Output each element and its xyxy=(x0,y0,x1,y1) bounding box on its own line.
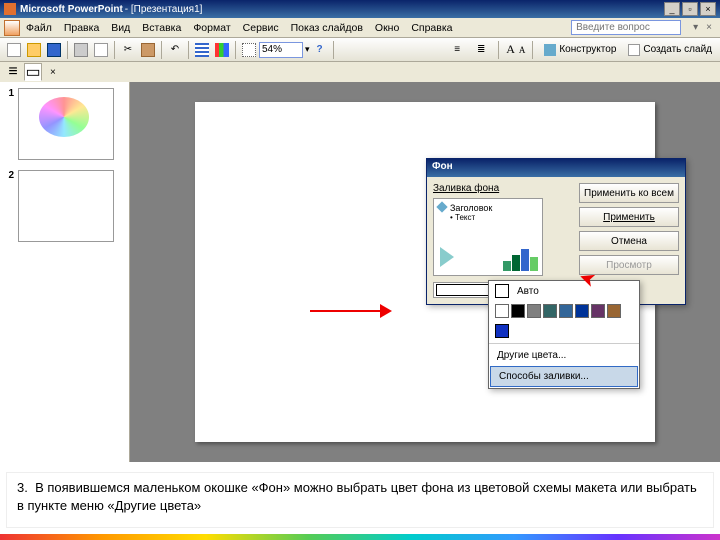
diamond-icon xyxy=(436,201,447,212)
menu-tools[interactable]: Сервис xyxy=(243,22,279,34)
fill-effects-item[interactable]: Способы заливки... xyxy=(490,366,638,387)
color-swatch[interactable] xyxy=(607,304,621,318)
app-title: Microsoft PowerPoint xyxy=(20,4,123,15)
preview-title-text: Заголовок xyxy=(450,203,538,213)
control-menu-icon[interactable] xyxy=(4,20,20,36)
app-icon xyxy=(4,3,16,15)
thumbnail-pane: 1 2 xyxy=(0,82,130,462)
help-icon[interactable]: ? xyxy=(311,41,329,59)
auto-label: Авто xyxy=(517,286,539,297)
color-swatch[interactable] xyxy=(495,324,509,338)
numbering-button[interactable]: ≣ xyxy=(472,41,490,59)
menu-dropdown-icon[interactable]: ▾ xyxy=(693,22,698,33)
color-swatch[interactable] xyxy=(495,304,509,318)
bars-icon xyxy=(503,249,538,271)
thumb-number: 1 xyxy=(4,88,14,160)
menu-help[interactable]: Справка xyxy=(411,22,452,34)
close-button[interactable]: × xyxy=(700,2,716,16)
table-button[interactable] xyxy=(193,41,211,59)
menu-window[interactable]: Окно xyxy=(375,22,399,34)
color-swatch[interactable] xyxy=(575,304,589,318)
apply-all-button[interactable]: Применить ко всем xyxy=(579,183,679,203)
chart-button[interactable] xyxy=(213,41,231,59)
window-titlebar: Microsoft PowerPoint - [Презентация1] _ … xyxy=(0,0,720,18)
color-swatch[interactable] xyxy=(543,304,557,318)
thumb-slide-2[interactable] xyxy=(18,170,114,242)
menu-slideshow[interactable]: Показ слайдов xyxy=(291,22,363,34)
cancel-button[interactable]: Отмена xyxy=(579,231,679,251)
preview-button[interactable] xyxy=(92,41,110,59)
bullets-button[interactable]: ≡ xyxy=(448,41,466,59)
open-button[interactable] xyxy=(25,41,43,59)
auto-color-item[interactable]: Авто xyxy=(489,281,639,301)
auto-swatch xyxy=(495,284,509,298)
doc-close-button[interactable]: × xyxy=(706,22,712,33)
workspace: 1 2 Фон Заливка фона Заголовок • Текст xyxy=(0,82,720,462)
zoom-dropdown-icon[interactable]: ▾ xyxy=(305,44,310,55)
help-question-input[interactable] xyxy=(571,20,681,35)
dialog-title: Фон xyxy=(427,159,685,177)
zoom-combo[interactable] xyxy=(259,42,303,58)
thumb-slide-1[interactable] xyxy=(18,88,114,160)
new-doc-button[interactable] xyxy=(5,41,23,59)
menu-file[interactable]: Файл xyxy=(26,22,52,34)
cut-button[interactable]: ✂ xyxy=(119,41,137,59)
pane-close-button[interactable]: × xyxy=(50,67,56,78)
pane-tabs: ≡ ▭ × xyxy=(0,62,720,82)
thumb-2[interactable]: 2 xyxy=(4,170,125,242)
thumb-1[interactable]: 1 xyxy=(4,88,125,160)
menu-edit[interactable]: Правка xyxy=(64,22,99,34)
more-colors-item[interactable]: Другие цвета... xyxy=(489,346,639,365)
color-popup: Авто Другие цвета... Способы заливки... xyxy=(488,280,640,389)
preview-bullet-text: • Текст xyxy=(450,213,538,222)
thumb-number: 2 xyxy=(4,170,14,242)
minimize-button[interactable]: _ xyxy=(664,2,680,16)
outline-tab[interactable]: ≡ xyxy=(4,63,22,81)
new-slide-button[interactable]: Создать слайд xyxy=(624,43,716,57)
grid-button[interactable] xyxy=(240,41,258,59)
color-swatch[interactable] xyxy=(527,304,541,318)
doc-title: - [Презентация1] xyxy=(125,4,203,15)
restore-button[interactable]: ▫ xyxy=(682,2,698,16)
menu-bar: Файл Правка Вид Вставка Формат Сервис По… xyxy=(0,18,720,38)
undo-button[interactable]: ↶ xyxy=(166,41,184,59)
decorative-color-strip xyxy=(0,534,720,540)
menu-format[interactable]: Формат xyxy=(193,22,230,34)
instruction-caption: 3. В появившемся маленьком окошке «Фон» … xyxy=(6,472,714,528)
color-swatch[interactable] xyxy=(559,304,573,318)
designer-button[interactable]: Конструктор xyxy=(540,43,620,57)
save-button[interactable] xyxy=(45,41,63,59)
annotation-arrow-2 xyxy=(310,310,390,312)
arrow-shape-icon xyxy=(440,247,454,267)
paste-button[interactable] xyxy=(139,41,157,59)
font-decrease-button[interactable]: A xyxy=(519,45,526,55)
apply-button[interactable]: Применить xyxy=(579,207,679,227)
menu-insert[interactable]: Вставка xyxy=(142,22,181,34)
font-increase-button[interactable]: A xyxy=(506,42,515,57)
recent-color-row xyxy=(489,321,639,341)
slide-editor: Фон Заливка фона Заголовок • Текст xyxy=(130,82,720,462)
fill-preview: Заголовок • Текст xyxy=(433,198,543,276)
fill-group-label: Заливка фона xyxy=(433,183,573,194)
standard-toolbar: ✂ ↶ ▾ ? ≡ ≣ A A Конструктор Создать слай… xyxy=(0,38,720,62)
theme-color-row xyxy=(489,301,639,321)
color-swatch[interactable] xyxy=(591,304,605,318)
slides-tab[interactable]: ▭ xyxy=(24,63,42,81)
color-swatch[interactable] xyxy=(511,304,525,318)
menu-view[interactable]: Вид xyxy=(111,22,130,34)
print-button[interactable] xyxy=(72,41,90,59)
